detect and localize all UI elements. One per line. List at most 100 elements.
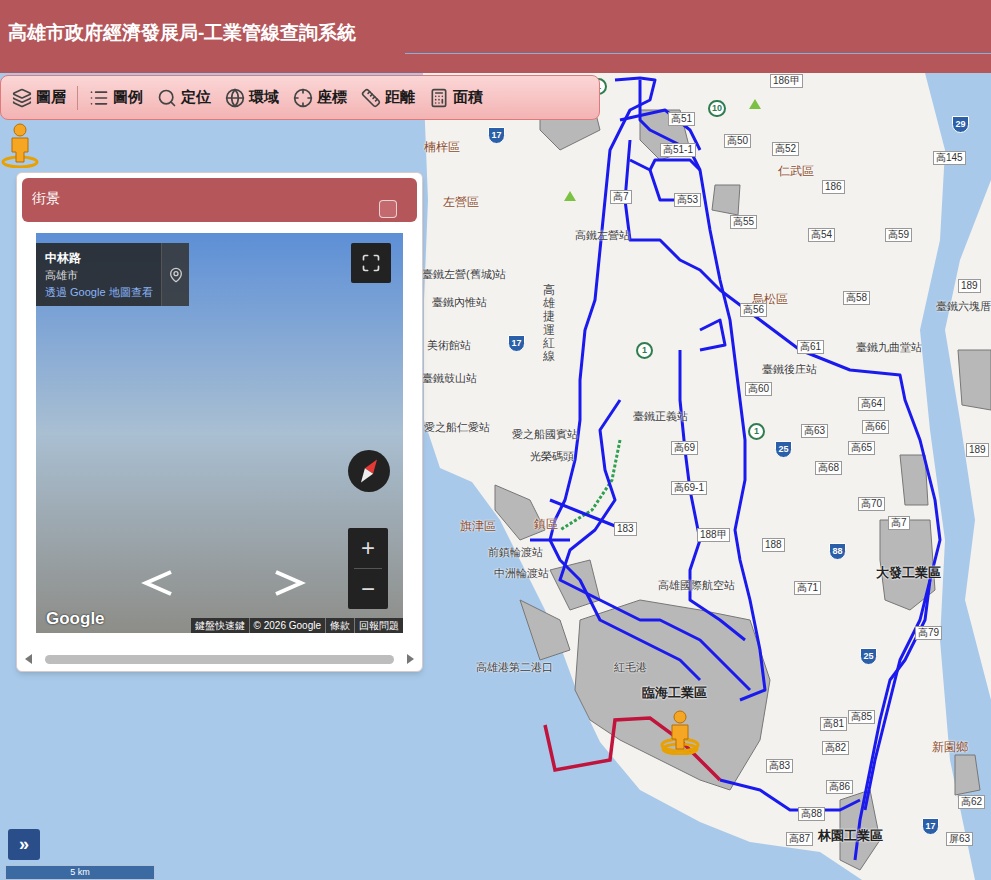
zoom-in-button[interactable]: + bbox=[348, 528, 388, 568]
road-label: 高56 bbox=[740, 303, 767, 317]
district-label: 左營區 bbox=[443, 193, 479, 211]
highway-shield: 29 bbox=[952, 116, 969, 133]
road-label: 189 bbox=[958, 279, 981, 293]
road-label: 高51-1 bbox=[660, 143, 696, 157]
tool-icon bbox=[12, 88, 32, 108]
industrial-zone[interactable] bbox=[958, 350, 991, 410]
toolbar-button[interactable]: 距離 bbox=[354, 86, 422, 109]
industrial-zone[interactable] bbox=[955, 755, 980, 795]
attribution-item[interactable]: © 2026 Google bbox=[249, 618, 325, 633]
freeway-shield: 10 bbox=[708, 100, 726, 117]
freeway-shield: 1 bbox=[636, 342, 653, 359]
pipeline[interactable] bbox=[680, 350, 745, 640]
selected-pipeline[interactable] bbox=[545, 718, 720, 780]
industrial-label: 林園工業區 bbox=[818, 826, 883, 846]
pipeline[interactable] bbox=[650, 160, 700, 170]
navigation-arrows-icon[interactable] bbox=[126, 568, 326, 598]
streetview-panel: 街景中林路高雄市透過 Google 地圖查看 +− Google 鍵盤快速鍵© 202… bbox=[16, 172, 423, 672]
pipeline[interactable] bbox=[865, 580, 930, 810]
open-in-maps-link[interactable]: 透過 Google 地圖查看 bbox=[45, 284, 152, 301]
map-pegman[interactable] bbox=[660, 709, 700, 755]
attribution-item[interactable]: 回報問題 bbox=[354, 618, 403, 633]
road-label: 183 bbox=[614, 522, 637, 536]
station-label: 臺鐵左營(舊城)站 bbox=[422, 266, 506, 283]
pegman-control[interactable] bbox=[0, 122, 40, 168]
fullscreen-button[interactable] bbox=[351, 243, 391, 283]
industrial-label: 大發工業區 bbox=[876, 563, 941, 583]
zoom-control: +− bbox=[348, 528, 388, 609]
road-label: 高86 bbox=[826, 780, 853, 794]
toolbar-button[interactable]: 圖例 bbox=[82, 86, 150, 109]
industrial-zone[interactable] bbox=[495, 485, 545, 540]
pipeline[interactable] bbox=[560, 400, 750, 690]
station-label: 前鎮輪渡站 bbox=[488, 544, 543, 561]
scroll-right-icon[interactable] bbox=[406, 654, 414, 664]
panel-minimize-button[interactable] bbox=[379, 200, 397, 218]
map-view[interactable]: 楠梓區左營區仁武區烏松區旗津區鎮區新園鄉大發工業區臨海工業區林園工業區高鐵左營站… bbox=[0, 73, 991, 880]
attribution-item[interactable]: 條款 bbox=[325, 618, 354, 633]
tool-icon bbox=[429, 88, 449, 108]
expand-button[interactable]: » bbox=[8, 829, 40, 860]
industrial-zone[interactable] bbox=[520, 600, 570, 660]
toolbar-divider bbox=[77, 86, 78, 110]
road-label: 高55 bbox=[730, 215, 757, 229]
app: 高雄市政府經濟發展局-工業管線查詢系統楠梓區左營區仁武區烏松區旗津區鎮區新園鄉大… bbox=[0, 0, 991, 880]
header-bar: 高雄市政府經濟發展局-工業管線查詢系統 bbox=[0, 0, 991, 73]
tool-icon bbox=[225, 88, 245, 108]
pipeline[interactable] bbox=[625, 140, 940, 860]
road-label: 高60 bbox=[745, 382, 772, 396]
road-label: 高70 bbox=[858, 497, 885, 511]
toolbar-button[interactable]: 座標 bbox=[286, 86, 354, 109]
panel-body: 中林路高雄市透過 Google 地圖查看 +− Google 鍵盤快速鍵© 2026 … bbox=[22, 222, 417, 633]
toolbar-button[interactable]: 定位 bbox=[150, 86, 218, 109]
zoom-out-button[interactable]: − bbox=[348, 569, 388, 609]
station-label: 美術館站 bbox=[427, 337, 471, 354]
attribution-bar: 鍵盤快速鍵© 2026 Google條款回報問題 bbox=[191, 618, 403, 633]
road-label: 高53 bbox=[674, 193, 701, 207]
google-logo: Google bbox=[46, 606, 105, 632]
highway-shield: 17 bbox=[922, 818, 939, 835]
road-label: 高68 bbox=[815, 461, 842, 475]
station-label: 光榮碼頭 bbox=[530, 448, 574, 465]
header-line bbox=[405, 53, 991, 54]
road-label: 高59 bbox=[885, 228, 912, 242]
tool-icon bbox=[293, 88, 313, 108]
road-label: 高52 bbox=[772, 142, 799, 156]
station-label: 臺鐵後庄站 bbox=[762, 361, 817, 378]
tool-icon bbox=[361, 88, 381, 108]
location-city: 高雄市 bbox=[45, 267, 152, 284]
road-label: 高58 bbox=[843, 291, 870, 305]
horizontal-scrollbar[interactable] bbox=[25, 653, 414, 665]
streetview-image[interactable]: 中林路高雄市透過 Google 地圖查看 +− Google 鍵盤快速鍵© 2026 … bbox=[36, 233, 403, 633]
road-label: 高79 bbox=[915, 626, 942, 640]
district-label: 仁武區 bbox=[778, 162, 814, 180]
station-label: 臺鐵鼓山站 bbox=[422, 370, 477, 387]
pipeline[interactable] bbox=[700, 320, 725, 350]
pipeline[interactable] bbox=[530, 539, 570, 542]
attribution-item[interactable]: 鍵盤快速鍵 bbox=[191, 618, 249, 633]
road-label: 高65 bbox=[848, 441, 875, 455]
toolbar-button[interactable]: 環域 bbox=[218, 86, 286, 109]
road-label: 高69 bbox=[671, 441, 698, 455]
road-label: 高88 bbox=[798, 807, 825, 821]
location-name: 中林路 bbox=[45, 249, 152, 267]
scroll-left-icon[interactable] bbox=[25, 654, 33, 664]
station-label: 臺鐵內惟站 bbox=[432, 294, 487, 311]
pegman-icon[interactable] bbox=[0, 122, 40, 168]
compass-icon[interactable] bbox=[347, 449, 391, 493]
pipeline[interactable] bbox=[720, 780, 860, 810]
road-label: 186甲 bbox=[770, 74, 803, 88]
road-label: 高64 bbox=[858, 397, 885, 411]
panel-header: 街景 bbox=[22, 178, 417, 222]
industrial-zone[interactable] bbox=[712, 185, 740, 215]
industrial-label: 臨海工業區 bbox=[642, 683, 707, 703]
road-label: 高71 bbox=[794, 581, 821, 595]
road-label: 189 bbox=[966, 443, 989, 457]
road-label: 高63 bbox=[801, 424, 828, 438]
toolbar-button[interactable]: 圖層 bbox=[5, 86, 73, 109]
toolbar-button[interactable]: 面積 bbox=[422, 86, 490, 109]
pegman-icon[interactable] bbox=[660, 709, 700, 755]
industrial-zone[interactable] bbox=[900, 455, 928, 505]
highway-shield: 25 bbox=[775, 441, 792, 458]
road-label: 高61 bbox=[797, 340, 824, 354]
